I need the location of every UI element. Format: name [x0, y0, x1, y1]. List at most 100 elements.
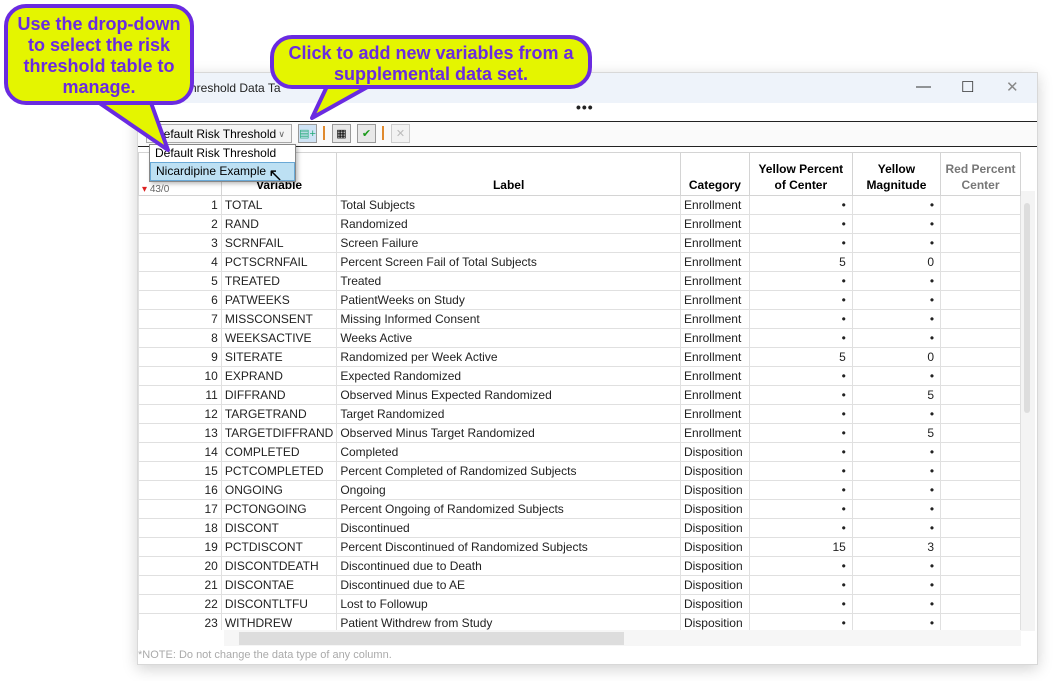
yellow-magnitude-cell[interactable]: • [851, 366, 942, 386]
yellow-percent-cell[interactable]: • [748, 594, 853, 614]
category-cell[interactable]: Enrollment [679, 271, 750, 291]
category-cell[interactable]: Disposition [679, 575, 750, 595]
label-cell[interactable]: Completed [336, 442, 681, 462]
vertical-scrollbar[interactable] [1021, 191, 1035, 631]
red-percent-cell[interactable] [940, 252, 1021, 272]
row-number[interactable]: 17 [138, 499, 222, 519]
category-cell[interactable]: Enrollment [679, 423, 750, 443]
row-number[interactable]: 3 [138, 233, 222, 253]
label-cell[interactable]: Treated [336, 271, 681, 291]
table-row[interactable]: 16 ONGOING Ongoing Disposition • • [138, 480, 1021, 500]
variable-cell[interactable]: SITERATE [220, 347, 338, 367]
label-cell[interactable]: PatientWeeks on Study [336, 290, 681, 310]
label-cell[interactable]: Target Randomized [336, 404, 681, 424]
red-percent-cell[interactable] [940, 594, 1021, 614]
category-cell[interactable]: Enrollment [679, 309, 750, 329]
label-cell[interactable]: Missing Informed Consent [336, 309, 681, 329]
row-number[interactable]: 2 [138, 214, 222, 234]
yellow-percent-cell[interactable]: • [748, 575, 853, 595]
category-cell[interactable]: Enrollment [679, 385, 750, 405]
red-percent-cell[interactable] [940, 499, 1021, 519]
yellow-magnitude-cell[interactable]: • [851, 556, 942, 576]
variable-cell[interactable]: PCTONGOING [220, 499, 338, 519]
red-percent-cell[interactable] [940, 442, 1021, 462]
red-percent-cell[interactable] [940, 537, 1021, 557]
yellow-percent-cell[interactable]: • [748, 233, 853, 253]
yellow-percent-cell[interactable]: • [748, 461, 853, 481]
yellow-percent-cell[interactable]: 5 [748, 252, 853, 272]
table-row[interactable]: 3 SCRNFAIL Screen Failure Enrollment • • [138, 233, 1021, 253]
category-cell[interactable]: Enrollment [679, 328, 750, 348]
label-cell[interactable]: Randomized per Week Active [336, 347, 681, 367]
variable-cell[interactable]: DISCONTDEATH [220, 556, 338, 576]
variable-cell[interactable]: SCRNFAIL [220, 233, 338, 253]
table-row[interactable]: 10 EXPRAND Expected Randomized Enrollment • • [138, 366, 1021, 386]
row-number[interactable]: 23 [138, 613, 222, 630]
yellow-percent-cell[interactable]: • [748, 499, 853, 519]
variable-cell[interactable]: PCTDISCONT [220, 537, 338, 557]
red-percent-cell[interactable] [940, 518, 1021, 538]
row-number[interactable]: 10 [138, 366, 222, 386]
yellow-percent-cell[interactable]: • [748, 423, 853, 443]
yellow-magnitude-cell[interactable]: • [851, 271, 942, 291]
table-row[interactable]: 20 DISCONTDEATH Discontinued due to Death D… [138, 556, 1021, 576]
yellow-magnitude-cell[interactable]: • [851, 613, 942, 630]
label-cell[interactable]: Discontinued [336, 518, 681, 538]
row-number[interactable]: 6 [138, 290, 222, 310]
label-cell[interactable]: Patient Withdrew from Study [336, 613, 681, 630]
row-number[interactable]: 14 [138, 442, 222, 462]
yellow-percent-cell[interactable]: 5 [748, 347, 853, 367]
yellow-magnitude-cell[interactable]: • [851, 309, 942, 329]
row-number[interactable]: 8 [138, 328, 222, 348]
yellow-magnitude-cell[interactable]: 3 [851, 537, 942, 557]
table-row[interactable]: 19 PCTDISCONT Percent Discontinued of Rand… [138, 537, 1021, 557]
category-cell[interactable]: Disposition [679, 537, 750, 557]
yellow-magnitude-cell[interactable]: • [851, 480, 942, 500]
label-cell[interactable]: Percent Completed of Randomized Subjects [336, 461, 681, 481]
variable-cell[interactable]: WITHDREW [220, 613, 338, 630]
variable-cell[interactable]: DISCONTLTFU [220, 594, 338, 614]
category-cell[interactable]: Disposition [679, 499, 750, 519]
category-cell[interactable]: Disposition [679, 442, 750, 462]
yellow-percent-cell[interactable]: • [748, 556, 853, 576]
label-cell[interactable]: Percent Screen Fail of Total Subjects [336, 252, 681, 272]
red-percent-cell[interactable] [940, 385, 1021, 405]
row-number[interactable]: 21 [138, 575, 222, 595]
variable-cell[interactable]: DISCONT [220, 518, 338, 538]
category-cell[interactable]: Enrollment [679, 366, 750, 386]
row-number[interactable]: 18 [138, 518, 222, 538]
label-cell[interactable]: Discontinued due to AE [336, 575, 681, 595]
yellow-percent-cell[interactable]: • [748, 613, 853, 630]
label-cell[interactable]: Screen Failure [336, 233, 681, 253]
category-cell[interactable]: Enrollment [679, 252, 750, 272]
red-percent-cell[interactable] [940, 328, 1021, 348]
label-cell[interactable]: Observed Minus Expected Randomized [336, 385, 681, 405]
red-percent-cell[interactable] [940, 613, 1021, 630]
table-row[interactable]: 7 MISSCONSENT Missing Informed Consent Enro… [138, 309, 1021, 329]
red-percent-cell[interactable] [940, 423, 1021, 443]
table-row[interactable]: 14 COMPLETED Completed Disposition • • [138, 442, 1021, 462]
yellow-magnitude-cell[interactable]: • [851, 214, 942, 234]
category-cell[interactable]: Enrollment [679, 233, 750, 253]
row-number[interactable]: 20 [138, 556, 222, 576]
yellow-magnitude-cell[interactable]: • [851, 461, 942, 481]
category-cell[interactable]: Disposition [679, 518, 750, 538]
variable-cell[interactable]: TARGETRAND [220, 404, 338, 424]
row-number[interactable]: 12 [138, 404, 222, 424]
red-percent-cell[interactable] [940, 404, 1021, 424]
table-row[interactable]: 11 DIFFRAND Observed Minus Expected Random… [138, 385, 1021, 405]
category-cell[interactable]: Enrollment [679, 404, 750, 424]
variable-cell[interactable]: DIFFRAND [220, 385, 338, 405]
red-percent-cell[interactable] [940, 290, 1021, 310]
red-percent-cell[interactable] [940, 309, 1021, 329]
label-cell[interactable]: Percent Ongoing of Randomized Subjects [336, 499, 681, 519]
label-cell[interactable]: Percent Discontinued of Randomized Subje… [336, 537, 681, 557]
yellow-percent-cell[interactable]: • [748, 309, 853, 329]
yellow-percent-cell[interactable]: 15 [748, 537, 853, 557]
row-number[interactable]: 4 [138, 252, 222, 272]
yellow-percent-cell[interactable]: • [748, 214, 853, 234]
variable-cell[interactable]: ONGOING [220, 480, 338, 500]
label-cell[interactable]: Expected Randomized [336, 366, 681, 386]
category-cell[interactable]: Enrollment [679, 347, 750, 367]
row-number[interactable]: 16 [138, 480, 222, 500]
